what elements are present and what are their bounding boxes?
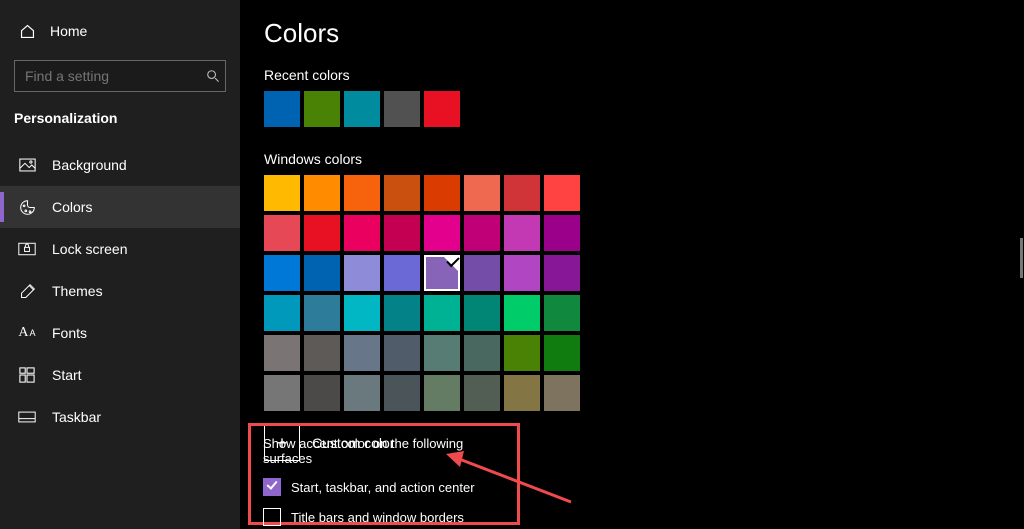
- color-swatch[interactable]: [544, 255, 580, 291]
- color-swatch[interactable]: [264, 215, 300, 251]
- colors-icon: [18, 198, 36, 216]
- fonts-icon: AA: [18, 324, 36, 342]
- windows-colors-label: Windows colors: [264, 151, 1024, 167]
- color-swatch[interactable]: [464, 255, 500, 291]
- recent-color-swatch[interactable]: [304, 91, 340, 127]
- sidebar-item-lock-screen[interactable]: Lock screen: [0, 228, 240, 270]
- search-field[interactable]: [25, 68, 206, 84]
- sidebar-item-label: Lock screen: [52, 241, 127, 257]
- color-swatch[interactable]: [424, 295, 460, 331]
- color-swatch[interactable]: [504, 175, 540, 211]
- color-swatch[interactable]: [544, 215, 580, 251]
- search-icon: [206, 69, 220, 83]
- color-swatch[interactable]: [264, 255, 300, 291]
- color-swatch[interactable]: [344, 255, 380, 291]
- color-swatch[interactable]: [344, 175, 380, 211]
- color-swatch[interactable]: [304, 255, 340, 291]
- checkbox-label: Title bars and window borders: [291, 510, 464, 525]
- color-swatch[interactable]: [464, 295, 500, 331]
- color-swatch[interactable]: [384, 335, 420, 371]
- search-input[interactable]: [14, 60, 226, 92]
- color-swatch[interactable]: [424, 175, 460, 211]
- scrollbar[interactable]: [1020, 238, 1023, 278]
- taskbar-icon: [18, 408, 36, 426]
- checkbox-icon: [263, 478, 281, 496]
- recent-color-swatch[interactable]: [264, 91, 300, 127]
- color-swatch[interactable]: [504, 375, 540, 411]
- sidebar-item-colors[interactable]: Colors: [0, 186, 240, 228]
- color-swatch[interactable]: [304, 215, 340, 251]
- color-swatch[interactable]: [344, 295, 380, 331]
- color-swatch[interactable]: [384, 215, 420, 251]
- color-swatch[interactable]: [384, 175, 420, 211]
- color-swatch[interactable]: [384, 255, 420, 291]
- color-swatch[interactable]: [464, 375, 500, 411]
- sidebar-item-label: Start: [52, 367, 82, 383]
- category-label: Personalization: [0, 110, 240, 144]
- color-swatch[interactable]: [304, 335, 340, 371]
- color-swatch[interactable]: [344, 335, 380, 371]
- color-swatch[interactable]: [544, 295, 580, 331]
- color-swatch[interactable]: [264, 335, 300, 371]
- recent-colors-label: Recent colors: [264, 67, 1024, 83]
- color-swatch[interactable]: [344, 375, 380, 411]
- color-swatch[interactable]: [424, 335, 460, 371]
- color-swatch[interactable]: [464, 335, 500, 371]
- color-swatch[interactable]: [264, 375, 300, 411]
- recent-color-swatch[interactable]: [384, 91, 420, 127]
- color-swatch[interactable]: [544, 175, 580, 211]
- recent-color-swatch[interactable]: [424, 91, 460, 127]
- color-swatch[interactable]: [344, 215, 380, 251]
- color-swatch[interactable]: [504, 215, 540, 251]
- home-label: Home: [50, 23, 87, 39]
- color-swatch[interactable]: [304, 295, 340, 331]
- sidebar-item-label: Taskbar: [52, 409, 101, 425]
- color-swatch[interactable]: [304, 375, 340, 411]
- color-swatch[interactable]: [304, 175, 340, 211]
- color-swatch[interactable]: [504, 255, 540, 291]
- color-swatch[interactable]: [264, 175, 300, 211]
- annotation-arrow-icon: [446, 447, 576, 507]
- sidebar-item-label: Background: [52, 157, 127, 173]
- sidebar-item-start[interactable]: Start: [0, 354, 240, 396]
- background-icon: [18, 156, 36, 174]
- color-swatch[interactable]: [424, 375, 460, 411]
- color-swatch[interactable]: [264, 295, 300, 331]
- sidebar-item-label: Fonts: [52, 325, 87, 341]
- sidebar-item-label: Colors: [52, 199, 92, 215]
- color-swatch[interactable]: [464, 215, 500, 251]
- home-icon: [18, 22, 36, 40]
- color-swatch[interactable]: [384, 295, 420, 331]
- checkbox-title-bars-and-window-borders[interactable]: Title bars and window borders: [263, 508, 505, 526]
- color-swatch[interactable]: [544, 375, 580, 411]
- color-swatch[interactable]: [504, 335, 540, 371]
- page-title: Colors: [264, 18, 1024, 49]
- home-nav[interactable]: Home: [0, 18, 240, 44]
- sidebar-item-label: Themes: [52, 283, 103, 299]
- sidebar-item-background[interactable]: Background: [0, 144, 240, 186]
- start-icon: [18, 366, 36, 384]
- color-swatch[interactable]: [504, 295, 540, 331]
- color-swatch[interactable]: [424, 215, 460, 251]
- sidebar-item-themes[interactable]: Themes: [0, 270, 240, 312]
- color-swatch[interactable]: [424, 255, 460, 291]
- sidebar-item-taskbar[interactable]: Taskbar: [0, 396, 240, 438]
- lock-screen-icon: [18, 240, 36, 258]
- sidebar-item-fonts[interactable]: AA Fonts: [0, 312, 240, 354]
- checkbox-icon: [263, 508, 281, 526]
- color-swatch[interactable]: [544, 335, 580, 371]
- recent-color-swatch[interactable]: [344, 91, 380, 127]
- color-swatch[interactable]: [464, 175, 500, 211]
- themes-icon: [18, 282, 36, 300]
- color-swatch[interactable]: [384, 375, 420, 411]
